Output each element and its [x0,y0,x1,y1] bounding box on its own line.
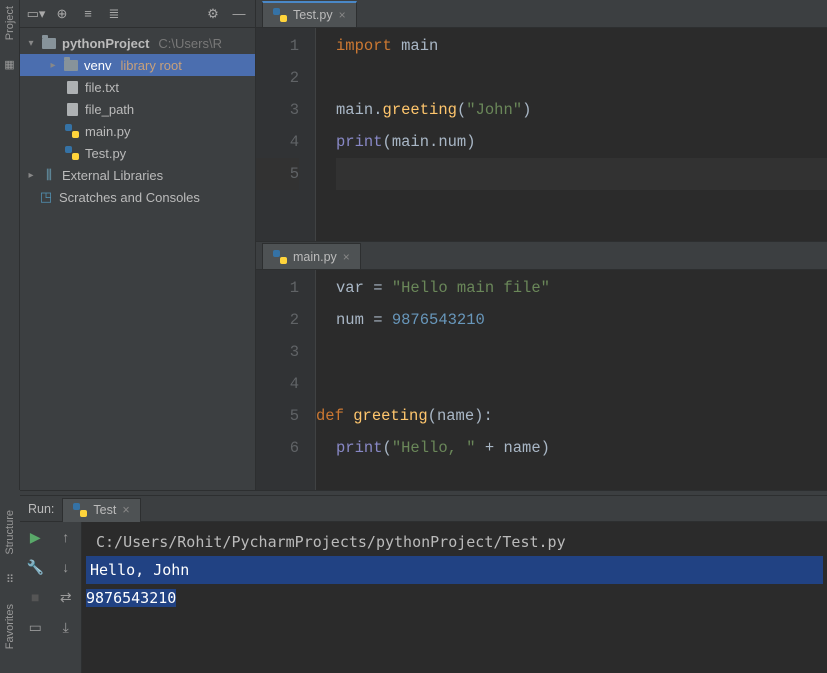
tab-label: Test.py [293,8,333,22]
tree-item-label: file.txt [85,80,119,95]
folder-icon [64,60,78,71]
project-pane: ▭▾ ⊕ ≡ ≣ ⚙ — ▾ pythonProject C:\Users\R … [20,0,256,490]
tree-external-libs[interactable]: ▸ ⫼ External Libraries [20,164,255,186]
close-icon[interactable]: × [343,250,350,264]
run-panel: Run: Test × ▶ ↑ 🔧 ↓ ■ ⇄ ▭ ⤓ C:/Users/Roh… [20,496,827,673]
expand-all-icon[interactable]: ≡ [80,6,96,22]
run-output-line: 9876543210 [86,584,823,612]
tabbar-bottom: main.py × [256,242,827,270]
locate-icon[interactable]: ⊕ [54,6,70,22]
tree-main-py[interactable]: main.py [20,120,255,142]
tree-item-label: External Libraries [62,168,163,183]
tree-venv[interactable]: ▸ venv library root [20,54,255,76]
tree-item-label: main.py [85,124,131,139]
project-toolwindow-icon[interactable]: ▦ [4,58,14,71]
tab-label: main.py [293,250,337,264]
tree-item-label: Scratches and Consoles [59,190,200,205]
tree-root-path: C:\Users\R [158,36,222,51]
hide-icon[interactable]: — [231,6,247,22]
tree-venv-hint: library root [120,58,181,73]
tree-venv-label: venv [84,58,111,73]
file-icon [67,103,78,116]
code-area[interactable]: import main main.greeting("John") print(… [316,28,827,241]
side-strip-bottom: Structure ⠿ Favorites [0,490,20,673]
python-file-icon [65,124,79,138]
run-output-path: C:/Users/Rohit/PycharmProjects/pythonPro… [86,528,823,556]
close-icon[interactable]: × [339,8,346,22]
chevron-down-icon: ▾ [26,38,36,49]
tree-scratches[interactable]: ◳ Scratches and Consoles [20,186,255,208]
python-file-icon [273,8,287,22]
structure-label[interactable]: Structure [4,510,16,555]
scroll-to-end-icon[interactable]: ⤓ [51,612,82,642]
tab-main-py[interactable]: main.py × [262,243,361,269]
gutter: 1 2 3 4 5 6 [256,270,316,490]
tree-item-label: file_path [85,102,134,117]
python-file-icon [73,503,87,517]
soft-wrap-icon[interactable]: ⇄ [51,582,82,612]
close-icon[interactable]: × [122,503,129,517]
run-output-line: Hello, John [86,556,823,584]
python-file-icon [65,146,79,160]
folder-icon [42,38,56,49]
code-area[interactable]: var = "Hello main file" num = 9876543210… [316,270,827,490]
stop-icon[interactable]: ■ [20,582,51,612]
file-icon [67,81,78,94]
editor-area: Test.py × 1 2 3 4 5 import main main.gre… [256,0,827,490]
chevron-right-icon: ▸ [48,60,58,71]
tree-file-path[interactable]: file_path [20,98,255,120]
run-tab-label: Test [93,503,116,517]
libraries-icon: ⫼ [41,167,57,183]
scratches-icon: ◳ [38,189,54,205]
run-toolbar: ▶ ↑ 🔧 ↓ ■ ⇄ ▭ ⤓ [20,522,82,673]
run-output[interactable]: C:/Users/Rohit/PycharmProjects/pythonPro… [82,522,827,673]
python-file-icon [273,250,287,264]
chevron-right-icon: ▸ [26,170,36,181]
editor-main[interactable]: 1 2 3 4 5 6 var = "Hello main file" num … [256,270,827,490]
up-icon[interactable]: ↑ [51,522,82,552]
rerun-icon[interactable]: ▶ [20,522,51,552]
tabbar-top: Test.py × [256,0,827,28]
project-toolwindow-label[interactable]: Project [4,6,16,40]
run-header: Run: Test × [20,496,827,522]
tree-test-py[interactable]: Test.py [20,142,255,164]
tree-root-label: pythonProject [62,36,149,51]
tree-file-txt[interactable]: file.txt [20,76,255,98]
gear-icon[interactable]: ⚙ [205,6,221,22]
structure-icon[interactable]: ⠿ [6,573,14,586]
layout-icon[interactable]: ▭ [20,612,51,642]
project-tree: ▾ pythonProject C:\Users\R ▸ venv librar… [20,28,255,212]
collapse-all-icon[interactable]: ≣ [106,6,122,22]
run-tab[interactable]: Test × [62,498,140,522]
wrench-icon[interactable]: 🔧 [20,552,51,582]
project-view-combo-icon[interactable]: ▭▾ [28,6,44,22]
down-icon[interactable]: ↓ [51,552,82,582]
tab-test-py[interactable]: Test.py × [262,1,357,27]
favorites-label[interactable]: Favorites [4,604,16,649]
editor-test[interactable]: 1 2 3 4 5 import main main.greeting("Joh… [256,28,827,241]
project-toolbar: ▭▾ ⊕ ≡ ≣ ⚙ — [20,0,255,28]
run-label: Run: [28,502,54,516]
gutter: 1 2 3 4 5 [256,28,316,241]
tree-item-label: Test.py [85,146,126,161]
tree-root[interactable]: ▾ pythonProject C:\Users\R [20,32,255,54]
